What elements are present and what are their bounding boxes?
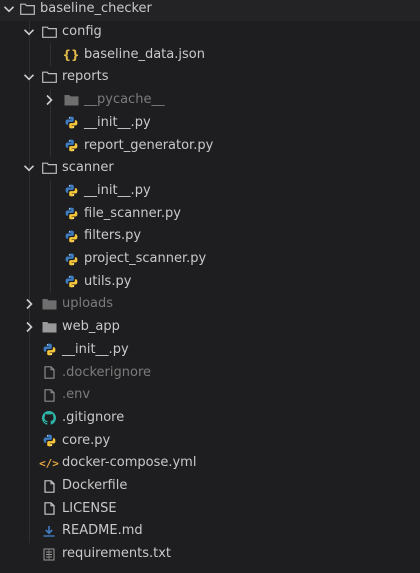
folder-label: web_app [62, 319, 120, 335]
file-row[interactable]: report_generator.py [0, 134, 420, 157]
folder-row[interactable]: scanner [0, 157, 420, 180]
github-icon [40, 410, 58, 426]
file-label: report_generator.py [84, 137, 214, 153]
file-row[interactable]: __init__.py [0, 180, 420, 203]
file-label: __init__.py [84, 182, 151, 198]
folder-icon [40, 296, 58, 312]
chevron-down-icon[interactable] [22, 161, 36, 175]
file-label: .dockerignore [62, 364, 152, 380]
folder-row[interactable]: web_app [0, 316, 420, 339]
file-label: file_scanner.py [84, 205, 181, 221]
chevron-right-icon[interactable] [22, 297, 36, 311]
folder-icon [62, 92, 80, 108]
folder-label: baseline_checker [40, 1, 152, 17]
folder-label: reports [62, 69, 109, 85]
file-row[interactable]: {} baseline_data.json [0, 43, 420, 66]
file-row[interactable]: __init__.py [0, 339, 420, 362]
json-braces-icon: {} [62, 47, 80, 62]
python-icon [62, 206, 80, 222]
python-icon [62, 274, 80, 290]
folder-open-icon [40, 69, 58, 85]
file-label: __init__.py [62, 341, 129, 357]
file-row[interactable]: .dockerignore [0, 361, 420, 384]
file-icon [40, 501, 58, 517]
file-label: __init__.py [84, 114, 151, 130]
python-icon [62, 228, 80, 244]
folder-open-icon [40, 160, 58, 176]
file-label: README.md [62, 523, 143, 539]
python-icon [62, 138, 80, 154]
folder-row[interactable]: reports [0, 66, 420, 89]
folder-open-icon [40, 24, 58, 40]
folder-row[interactable]: __pycache__ [0, 89, 420, 112]
folder-label: config [62, 24, 102, 40]
file-label: Dockerfile [62, 478, 128, 494]
file-label: utils.py [84, 273, 132, 289]
file-explorer-tree: baseline_checkerconfig {} baseline_data.js… [0, 0, 420, 573]
file-row[interactable]: file_scanner.py [0, 202, 420, 225]
file-row[interactable]: core.py [0, 429, 420, 452]
file-row[interactable]: </> docker-compose.yml [0, 452, 420, 475]
chevron-right-icon[interactable] [42, 93, 56, 107]
chevron-down-icon[interactable] [22, 25, 36, 39]
chevron-down-icon[interactable] [2, 2, 16, 16]
file-row[interactable]: LICENSE [0, 497, 420, 520]
code-brackets-icon: </> [39, 456, 59, 470]
file-icon [40, 365, 58, 381]
folder-label: __pycache__ [84, 92, 165, 108]
file-row[interactable]: README.md [0, 520, 420, 543]
file-icon [40, 387, 58, 403]
python-icon [62, 115, 80, 131]
python-icon [40, 342, 58, 358]
folder-icon [40, 319, 58, 335]
file-label: core.py [62, 432, 111, 448]
text-file-icon [40, 546, 58, 562]
folder-open-icon [18, 1, 36, 17]
file-label: .gitignore [62, 409, 125, 425]
folder-row[interactable]: baseline_checker [0, 0, 420, 21]
file-row[interactable]: requirements.txt [0, 543, 420, 566]
folder-row[interactable]: config [0, 21, 420, 44]
file-label: LICENSE [62, 500, 117, 516]
file-label: docker-compose.yml [62, 455, 197, 471]
python-icon [62, 183, 80, 199]
file-label: filters.py [84, 228, 142, 244]
file-row[interactable]: __init__.py [0, 112, 420, 135]
python-icon [62, 251, 80, 267]
file-label: baseline_data.json [84, 46, 205, 62]
folder-label: scanner [62, 160, 114, 176]
file-row[interactable]: .gitignore [0, 407, 420, 430]
file-row[interactable]: utils.py [0, 270, 420, 293]
file-icon [40, 478, 58, 494]
file-label: project_scanner.py [84, 251, 207, 267]
file-label: .env [62, 387, 91, 403]
folder-label: uploads [62, 296, 114, 312]
markdown-icon [40, 523, 58, 539]
python-icon [40, 433, 58, 449]
file-row[interactable]: .env [0, 384, 420, 407]
file-row[interactable]: filters.py [0, 225, 420, 248]
file-row[interactable]: Dockerfile [0, 475, 420, 498]
chevron-right-icon[interactable] [22, 320, 36, 334]
file-row[interactable]: project_scanner.py [0, 248, 420, 271]
file-label: requirements.txt [62, 546, 172, 562]
chevron-down-icon[interactable] [22, 70, 36, 84]
folder-row[interactable]: uploads [0, 293, 420, 316]
